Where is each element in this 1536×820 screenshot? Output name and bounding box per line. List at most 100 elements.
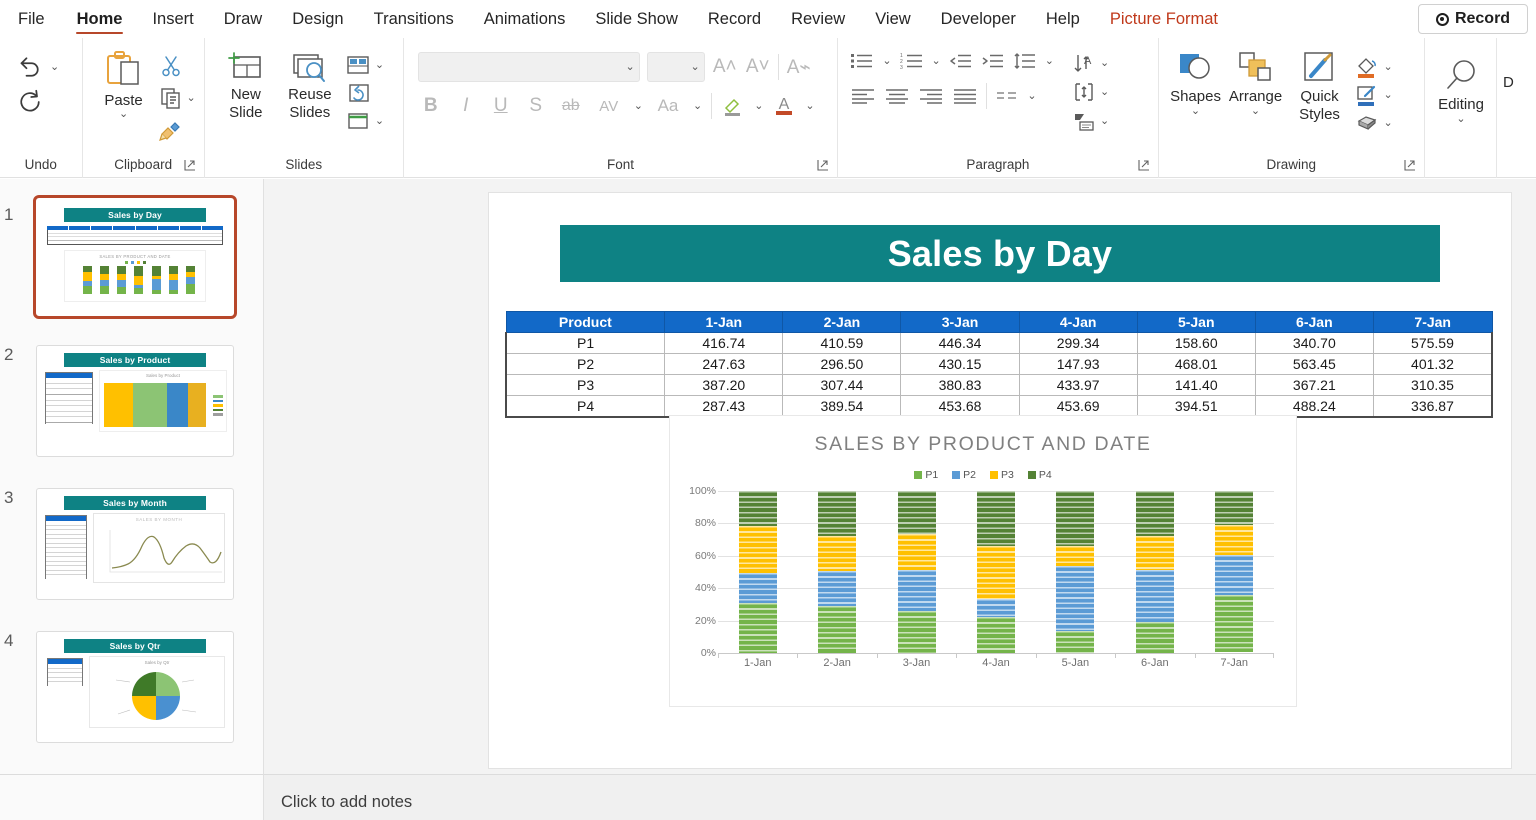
reuse-slides-button[interactable]: Reuse Slides [281,50,339,132]
editing-button[interactable]: Editing ⌄ [1425,44,1497,125]
clear-formatting-icon[interactable]: A⌁ [786,56,812,79]
align-right-icon[interactable] [918,87,944,105]
undo-dropdown-chevron-icon[interactable]: ⌄ [50,61,59,73]
tab-picture-format[interactable]: Picture Format [1095,0,1233,38]
align-text-icon[interactable] [1072,81,1096,103]
cut-icon[interactable] [159,54,183,78]
slide-thumb-canvas-4[interactable]: Sales by Qtr Sales by Qtr [36,631,234,743]
drawing-dialog-launcher[interactable] [1404,159,1416,171]
slide-thumbnail-2[interactable]: 2 Sales by Product Sales by Product [0,345,263,465]
legend-item-p2[interactable]: P2 [952,469,976,481]
align-left-icon[interactable] [850,87,876,105]
bullets-chevron-icon[interactable]: ⌄ [882,55,891,67]
align-center-icon[interactable] [884,87,910,105]
record-button[interactable]: Record [1418,4,1528,34]
sales-stacked-bar-chart[interactable]: SALES BY PRODUCT AND DATE P1 P2 P3 P4 10… [669,415,1297,707]
highlight-chevron-icon[interactable]: ⌄ [754,100,763,112]
tab-help[interactable]: Help [1031,0,1095,38]
text-highlight-color-icon[interactable] [721,94,745,118]
numbering-chevron-icon[interactable]: ⌄ [932,55,941,67]
shape-fill-chevron-icon[interactable]: ⌄ [1384,61,1393,73]
bar-4-jan[interactable] [976,491,1015,654]
change-case-icon[interactable]: Aa [652,96,684,116]
increase-font-size-icon[interactable]: A˄ [712,56,738,78]
current-slide[interactable]: Sales by Day Product 1-Jan 2-Jan 3-Jan 4… [489,193,1511,768]
dictate-label[interactable]: D [1497,74,1514,92]
tab-design[interactable]: Design [277,0,358,38]
underline-icon[interactable]: U [488,95,514,117]
text-direction-chevron-icon[interactable]: ⌄ [1100,57,1109,69]
bar-3-jan[interactable] [897,491,936,654]
bold-icon[interactable]: B [418,95,444,117]
bar-6-jan[interactable] [1135,491,1174,654]
arrange-button[interactable]: Arrange ⌄ [1227,50,1285,117]
change-case-chevron-icon[interactable]: ⌄ [693,100,702,112]
decrease-font-size-icon[interactable]: A˅ [745,56,771,78]
columns-chevron-icon[interactable]: ⌄ [1027,90,1036,102]
font-size-input[interactable]: ⌄ [646,52,705,82]
convert-to-smartart-icon[interactable] [1072,110,1096,132]
bar-2-jan[interactable] [818,491,857,654]
font-color-icon[interactable]: A [772,93,796,119]
justify-icon[interactable] [952,87,978,105]
text-direction-icon[interactable]: A [1072,52,1096,74]
increase-indent-icon[interactable] [981,52,1005,70]
font-name-input[interactable]: ⌄ [417,52,640,82]
slide-thumb-canvas-3[interactable]: Sales by Month SALES BY MONTH [36,488,234,600]
table-row[interactable]: P3 387.20 307.44 380.83 433.97 141.40 36… [505,374,1493,396]
shapes-chevron-icon[interactable]: ⌄ [1191,106,1200,117]
slide-thumbnail-4[interactable]: 4 Sales by Qtr Sales by Qtr [0,631,263,751]
section-chevron-icon[interactable]: ⌄ [375,115,384,127]
smartart-chevron-icon[interactable]: ⌄ [1100,115,1109,127]
character-spacing-chevron-icon[interactable]: ⌄ [634,100,643,112]
editing-chevron-icon[interactable]: ⌄ [1456,114,1465,125]
bar-5-jan[interactable] [1056,491,1095,653]
numbering-icon[interactable]: 1 2 3 [900,52,924,70]
line-spacing-icon[interactable] [1013,52,1037,70]
legend-item-p3[interactable]: P3 [990,469,1014,481]
decrease-indent-icon[interactable] [949,52,973,70]
bar-7-jan[interactable] [1215,491,1254,653]
section-icon[interactable] [345,110,371,132]
align-text-chevron-icon[interactable]: ⌄ [1100,86,1109,98]
shape-effects-chevron-icon[interactable]: ⌄ [1384,117,1393,129]
format-painter-icon[interactable] [158,118,183,142]
paragraph-dialog-launcher[interactable] [1137,159,1150,171]
tab-animations[interactable]: Animations [469,0,581,38]
paste-dropdown-chevron-icon[interactable]: ⌄ [119,109,128,120]
copy-dropdown-chevron-icon[interactable]: ⌄ [187,92,196,104]
new-slide-button[interactable]: New Slide ⌄ [217,50,275,132]
legend-item-p1[interactable]: P1 [914,469,938,481]
strikethrough-icon[interactable]: ab [558,97,584,115]
slide-thumbnail-1[interactable]: 1 Sales by Day SALES BY PRODUCT AND DATE [0,195,263,321]
paste-button[interactable]: Paste ⌄ [93,50,155,142]
slide-thumb-canvas-2[interactable]: Sales by Product Sales by Product [36,345,234,457]
undo-icon[interactable] [14,52,44,82]
shape-effects-icon[interactable] [1355,111,1379,135]
columns-icon[interactable] [995,87,1019,105]
bullets-icon[interactable] [850,52,874,70]
reset-slide-icon[interactable] [345,82,371,104]
character-spacing-icon[interactable]: AV [593,98,625,115]
notes-pane[interactable]: Click to add notes [264,774,1536,820]
slide-thumbnail-panel[interactable]: 1 Sales by Day SALES BY PRODUCT AND DATE [0,179,264,774]
sales-data-table[interactable]: Product 1-Jan 2-Jan 3-Jan 4-Jan 5-Jan 6-… [505,311,1493,418]
layout-icon[interactable] [345,54,371,76]
redo-icon[interactable] [15,87,45,117]
shadow-icon[interactable]: S [523,95,549,117]
table-row[interactable]: P4 287.43 389.54 453.68 453.69 394.51 48… [505,395,1493,418]
arrange-chevron-icon[interactable]: ⌄ [1251,106,1260,117]
tab-home[interactable]: Home [62,0,138,38]
table-row[interactable]: P2 247.63 296.50 430.15 147.93 468.01 56… [505,353,1493,375]
tab-view[interactable]: View [860,0,925,38]
tab-transitions[interactable]: Transitions [359,0,469,38]
tab-developer[interactable]: Developer [926,0,1031,38]
tab-review[interactable]: Review [776,0,860,38]
font-dialog-launcher[interactable] [817,159,829,171]
italic-icon[interactable]: I [453,95,479,117]
slide-title-banner[interactable]: Sales by Day [560,225,1440,282]
table-row[interactable]: P1 416.74 410.59 446.34 299.34 158.60 34… [505,332,1493,354]
tab-draw[interactable]: Draw [209,0,278,38]
shape-outline-chevron-icon[interactable]: ⌄ [1384,89,1393,101]
tab-slide-show[interactable]: Slide Show [580,0,693,38]
